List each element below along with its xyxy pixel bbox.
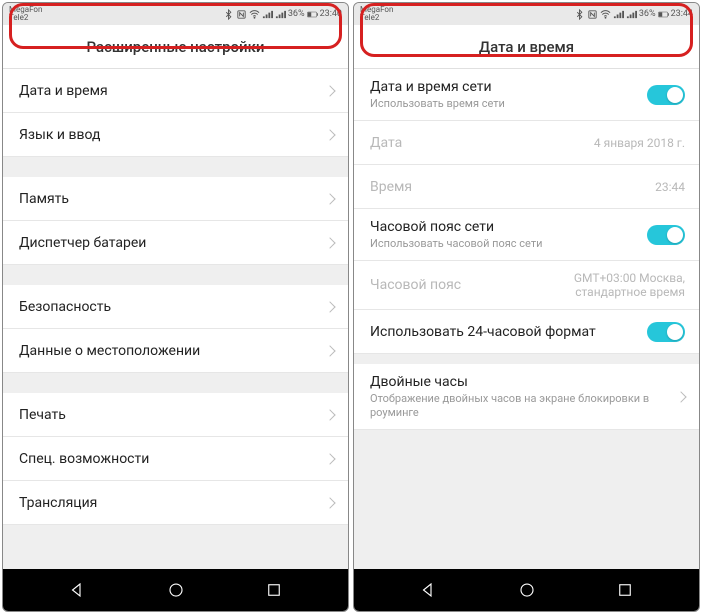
row-dual-clocks[interactable]: Двойные часы Отображение двойных часов н… — [354, 364, 699, 429]
wifi-icon — [249, 9, 260, 20]
nav-home-button[interactable] — [502, 569, 552, 611]
bluetooth-icon — [223, 9, 234, 20]
row-cast[interactable]: Трансляция — [3, 481, 348, 525]
toggle-switch[interactable] — [647, 225, 685, 245]
square-recent-icon — [265, 581, 283, 599]
row-timezone: Часовой пояс GMT+03:00 Москва, стандартн… — [354, 261, 699, 310]
nav-home-button[interactable] — [151, 569, 201, 611]
settings-list: Дата и время сети Использовать время сет… — [354, 69, 699, 569]
nav-back-button[interactable] — [52, 569, 102, 611]
chevron-right-icon — [324, 237, 335, 248]
signal-2-icon — [626, 9, 637, 20]
row-label: Дата и время — [19, 83, 318, 99]
status-bar: MegaFon Tele2 36% 23:40 — [3, 3, 348, 25]
settings-list: Дата и время Язык и ввод Память Диспетче… — [3, 69, 348, 569]
chevron-right-icon — [324, 409, 335, 420]
row-label: Трансляция — [19, 495, 318, 511]
signal-1-icon — [613, 9, 624, 20]
row-label: Часовой пояс — [370, 277, 535, 293]
row-label: Дата — [370, 135, 594, 151]
row-value: 4 января 2018 г. — [594, 136, 685, 150]
row-network-date-time[interactable]: Дата и время сети Использовать время сет… — [354, 69, 699, 121]
row-label: Память — [19, 191, 318, 207]
battery-icon — [658, 9, 669, 20]
chevron-right-icon — [324, 301, 335, 312]
chevron-right-icon — [324, 453, 335, 464]
row-label: Использовать 24-часовой формат — [370, 324, 647, 340]
row-label: Дата и время сети — [370, 79, 647, 95]
row-value: 23:44 — [655, 180, 685, 194]
chevron-right-icon — [324, 497, 335, 508]
nav-recent-button[interactable] — [600, 569, 650, 611]
page-title: Дата и время — [354, 25, 699, 69]
square-recent-icon — [616, 581, 634, 599]
row-time: Время 23:44 — [354, 165, 699, 209]
row-label: Печать — [19, 407, 318, 423]
row-label: Диспетчер батареи — [19, 235, 318, 251]
phone-right: MegaFon Tele2 36% 23:44 Дата и время Дат… — [353, 2, 700, 612]
row-date: Дата 4 января 2018 г. — [354, 121, 699, 165]
row-accessibility[interactable]: Спец. возможности — [3, 437, 348, 481]
row-subtitle: Отображение двойных часов на экране блок… — [370, 392, 669, 418]
circle-home-icon — [518, 581, 536, 599]
row-language-input[interactable]: Язык и ввод — [3, 113, 348, 157]
row-label: Спец. возможности — [19, 451, 318, 467]
chevron-right-icon — [675, 391, 686, 402]
chevron-right-icon — [324, 193, 335, 204]
chevron-right-icon — [324, 129, 335, 140]
carrier-2: Tele2 — [360, 14, 393, 22]
row-print[interactable]: Печать — [3, 393, 348, 437]
triangle-back-icon — [68, 581, 86, 599]
battery-icon — [307, 9, 318, 20]
clock: 23:40 — [320, 9, 342, 19]
triangle-back-icon — [419, 581, 437, 599]
carrier-labels: MegaFon Tele2 — [9, 6, 42, 22]
toggle-switch[interactable] — [647, 322, 685, 342]
row-value: GMT+03:00 Москва, стандартное время — [535, 271, 685, 299]
row-location[interactable]: Данные о местоположении — [3, 329, 348, 373]
carrier-2: Tele2 — [9, 14, 42, 22]
signal-1-icon — [262, 9, 273, 20]
row-label: Время — [370, 179, 655, 195]
toggle-switch[interactable] — [647, 85, 685, 105]
chevron-right-icon — [324, 345, 335, 356]
bluetooth-icon — [574, 9, 585, 20]
clock: 23:44 — [671, 9, 693, 19]
nfc-icon — [236, 9, 247, 20]
row-memory[interactable]: Память — [3, 177, 348, 221]
nav-back-button[interactable] — [403, 569, 453, 611]
row-date-time[interactable]: Дата и время — [3, 69, 348, 113]
row-battery-manager[interactable]: Диспетчер батареи — [3, 221, 348, 265]
row-24h-format[interactable]: Использовать 24-часовой формат — [354, 310, 699, 354]
battery-pct: 36% — [639, 9, 656, 19]
row-subtitle: Использовать часовой пояс сети — [370, 237, 647, 250]
navigation-bar — [3, 569, 348, 611]
nfc-icon — [587, 9, 598, 20]
chevron-right-icon — [324, 85, 335, 96]
row-network-timezone[interactable]: Часовой пояс сети Использовать часовой п… — [354, 209, 699, 261]
row-label: Язык и ввод — [19, 127, 318, 143]
row-subtitle: Использовать время сети — [370, 97, 647, 110]
nav-recent-button[interactable] — [249, 569, 299, 611]
signal-2-icon — [275, 9, 286, 20]
navigation-bar — [354, 569, 699, 611]
carrier-labels: MegaFon Tele2 — [360, 6, 393, 22]
circle-home-icon — [167, 581, 185, 599]
battery-pct: 36% — [288, 9, 305, 19]
row-label: Двойные часы — [370, 374, 669, 390]
page-title: Расширенные настройки — [3, 25, 348, 69]
row-label: Данные о местоположении — [19, 343, 318, 359]
status-bar: MegaFon Tele2 36% 23:44 — [354, 3, 699, 25]
phone-left: MegaFon Tele2 36% 23:40 Расширенные наст… — [2, 2, 349, 612]
row-label: Безопасность — [19, 299, 318, 315]
row-security[interactable]: Безопасность — [3, 285, 348, 329]
row-label: Часовой пояс сети — [370, 219, 647, 235]
wifi-icon — [600, 9, 611, 20]
